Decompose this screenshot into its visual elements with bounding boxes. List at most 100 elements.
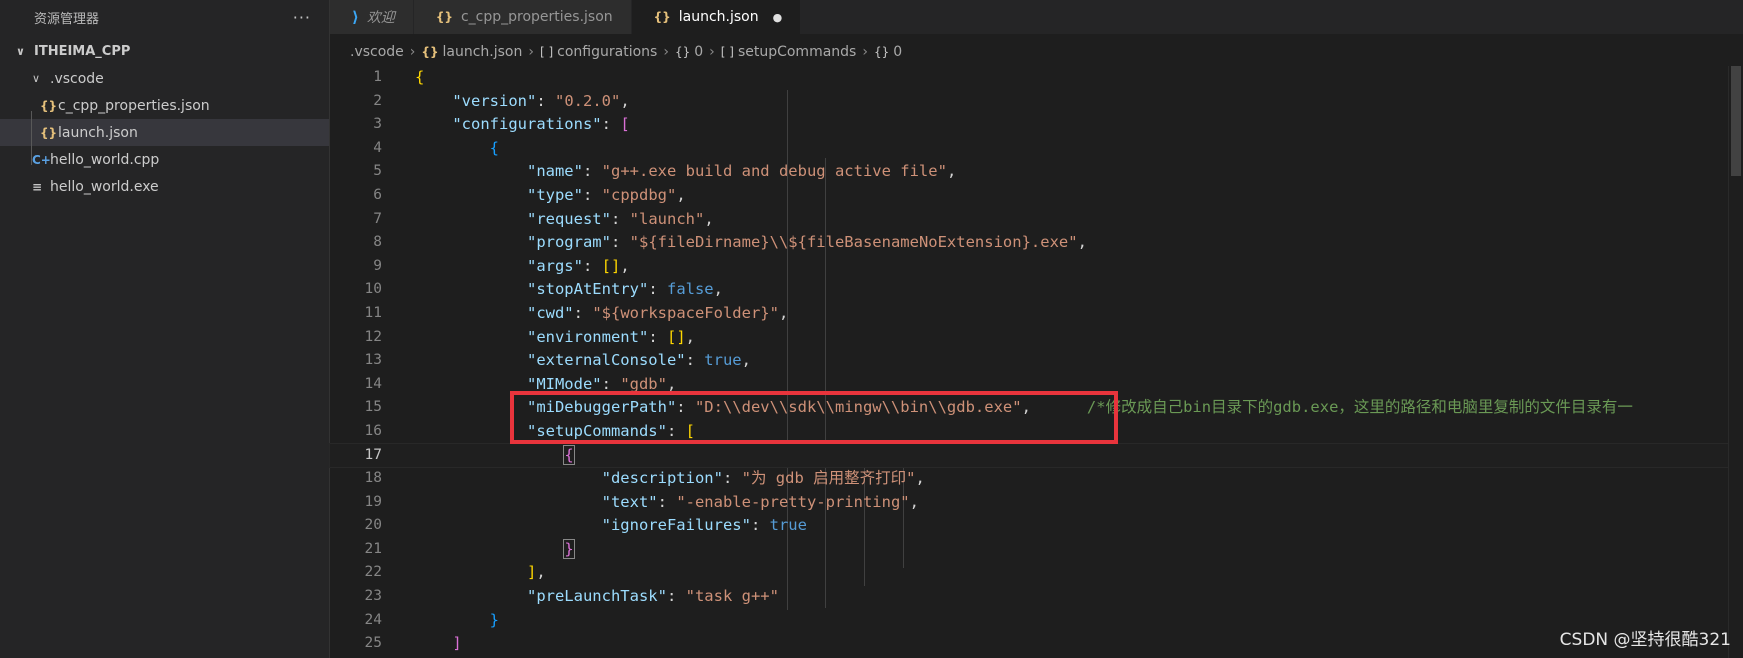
code-line[interactable]: 24 } [330,609,1743,633]
tree-item-hello-world-exe[interactable]: ≡ hello_world.exe [0,173,329,200]
chevron-down-icon: ∨ [16,45,25,58]
json-key: "cwd" [526,303,574,322]
code-line[interactable]: 21 } [330,538,1743,562]
code-line[interactable]: 20 "ignoreFailures": true [330,514,1743,538]
line-number: 18 [364,470,382,487]
code-line[interactable]: 16 "setupCommands": [ [330,420,1743,444]
code-line[interactable]: 1{ [330,66,1743,90]
tree-item-label: hello_world.cpp [50,151,160,168]
code-comment: /*修改成自己bin目录下的gdb.exe，这里的路径和电脑里复制的文件目录有一 [1086,398,1633,417]
breadcrumb-item[interactable]: configurations [557,44,657,60]
json-string: "0.2.0" [555,91,621,110]
tab-label: launch.json [678,9,759,25]
line-number: 6 [373,186,382,203]
line-number: 3 [373,116,382,133]
line-number: 23 [364,588,382,605]
tree-item-label: .vscode [50,70,104,87]
json-string: "g++.exe build and debug active file" [601,162,947,181]
json-braces-icon: {} [421,45,439,59]
json-key: "args" [526,256,583,275]
code-line[interactable]: 7 "request": "launch", [330,208,1743,232]
code-line[interactable]: 22 ], [330,561,1743,585]
workspace-root-folder[interactable]: ∨ ITHEIMA_CPP [0,38,329,65]
code-line[interactable]: 2 "version": "0.2.0", [330,90,1743,114]
tree-item-vscode-folder[interactable]: ∨ .vscode [0,65,329,92]
code-line[interactable]: 18 "description": "为 gdb 启用整齐打印", [330,467,1743,491]
vertical-scrollbar[interactable] [1728,66,1743,658]
code-line[interactable]: 10 "stopAtEntry": false, [330,278,1743,302]
code-line[interactable]: 4 { [330,137,1743,161]
code-editor[interactable]: 1{ 2 "version": "0.2.0", 3 "configuratio… [329,66,1743,658]
json-string: "gdb" [620,374,667,393]
more-actions-icon[interactable]: ··· [293,8,311,27]
code-line[interactable]: 19 "text": "-enable-pretty-printing", [330,491,1743,515]
json-string: "D:\\dev\\sdk\\mingw\\bin\\gdb.exe" [694,398,1022,417]
breadcrumb-item[interactable]: 0 [694,44,703,60]
scrollbar-thumb[interactable] [1731,66,1741,176]
json-string: "-enable-pretty-printing" [676,492,910,511]
code-line[interactable]: 14 "MIMode": "gdb", [330,373,1743,397]
tab-label: 欢迎 [366,10,395,26]
object-braces-icon: {} [873,45,890,59]
code-line[interactable]: 8 "program": "${fileDirname}\\${fileBase… [330,231,1743,255]
code-line[interactable]: 23 "preLaunchTask": "task g++" [330,585,1743,609]
json-key: "stopAtEntry" [526,280,649,299]
json-key: "configurations" [452,115,602,134]
code-line[interactable]: 3 "configurations": [ [330,113,1743,137]
code-line[interactable]: 12 "environment": [], [330,326,1743,350]
tab-c-cpp-properties[interactable]: {} c_cpp_properties.json [413,0,632,34]
tab-launch-json[interactable]: {} launch.json ● [631,0,802,34]
tree-item-c-cpp-properties[interactable]: {} c_cpp_properties.json [0,92,329,119]
json-boolean: true [704,351,742,370]
code-line[interactable]: 11 "cwd": "${workspaceFolder}", [330,302,1743,326]
json-string: "cppdbg" [601,185,677,204]
line-number: 8 [373,234,382,251]
tab-welcome[interactable]: ⟩ 欢迎 [330,0,414,34]
json-key: "externalConsole" [526,351,686,370]
code-line[interactable]: 6 "type": "cppdbg", [330,184,1743,208]
json-key: "type" [526,185,583,204]
tree-item-launch-json[interactable]: {} launch.json [0,119,329,146]
line-number: 17 [364,446,382,463]
json-string: "launch" [629,209,705,228]
explorer-header: 资源管理器 ··· [0,0,329,34]
chevron-right-icon: › [409,44,416,60]
tree-indent-guide [31,111,32,165]
line-number: 9 [373,257,382,274]
line-number: 15 [364,399,382,416]
unsaved-dot-icon[interactable]: ● [773,11,783,24]
json-key: "environment" [526,327,649,346]
tree-item-label: c_cpp_properties.json [58,97,210,114]
json-string: "task g++" [685,587,779,606]
line-number: 20 [364,517,382,534]
breadcrumb-item[interactable]: 0 [893,44,902,60]
json-boolean: false [666,280,714,299]
line-number: 13 [364,352,382,369]
breadcrumb-item[interactable]: setupCommands [738,44,856,60]
json-braces-icon: {} [40,125,58,140]
tab-label: c_cpp_properties.json [460,9,613,25]
chevron-down-icon: ∨ [32,72,41,85]
json-key: "setupCommands" [526,421,667,440]
chevron-right-icon: › [663,44,669,60]
tree-item-hello-world-cpp[interactable]: C+ hello_world.cpp [0,146,329,173]
json-string: "为 gdb 启用整齐打印" [741,469,916,488]
breadcrumb-item[interactable]: launch.json [443,44,523,60]
editor-tab-bar: ⟩ 欢迎 {} c_cpp_properties.json {} launch.… [330,0,1743,34]
breadcrumb-item[interactable]: .vscode [350,44,404,60]
code-line-current[interactable]: 17 { [329,442,1743,469]
code-line[interactable]: 13 "externalConsole": true, [330,349,1743,373]
json-braces-icon: {} [435,10,453,24]
json-key: "ignoreFailures" [601,516,751,535]
line-number: 19 [364,493,382,510]
explorer-sidebar: 资源管理器 ··· ∨ ITHEIMA_CPP ∨ .vscode {} c_c… [0,0,330,658]
vscode-logo-icon: ⟩ [352,8,359,26]
code-line[interactable]: 25 ] [330,632,1743,656]
json-key: "program" [526,233,611,252]
chevron-right-icon: › [709,44,715,60]
code-line[interactable]: 5 "name": "g++.exe build and debug activ… [330,160,1743,184]
line-number: 25 [364,635,382,652]
code-line[interactable]: 9 "args": [], [330,255,1743,279]
code-line[interactable]: 15 "miDebuggerPath": "D:\\dev\\sdk\\ming… [330,396,1743,420]
explorer-title: 资源管理器 [34,11,100,27]
